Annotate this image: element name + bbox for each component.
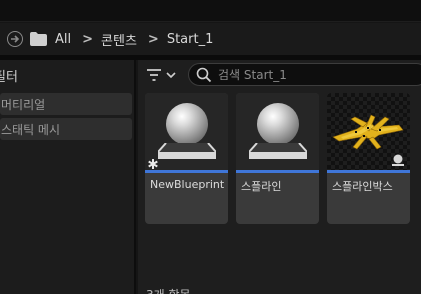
filter-panel: 필터 머티리얼 스태틱 메시 (0, 60, 136, 294)
filter-icon (147, 69, 161, 81)
breadcrumb-separator[interactable]: > (148, 32, 159, 47)
asset-tile-newblueprint[interactable]: NewBlueprint (145, 93, 228, 224)
sphere-preview (166, 103, 208, 145)
filter-dropdown-button[interactable] (146, 66, 182, 84)
chevron-down-icon (166, 72, 176, 79)
search-icon (196, 67, 212, 82)
pedestal-shape (158, 143, 216, 159)
pedestal-shape (249, 143, 307, 159)
breadcrumb-start-1[interactable]: Start_1 (167, 32, 214, 47)
asset-tile-splinebox[interactable]: 스플라인박스 (327, 93, 410, 224)
sphere-preview (257, 103, 299, 145)
filter-panel-title: 필터 (0, 69, 18, 85)
asset-name: 스플라인박스 (332, 180, 393, 193)
asset-thumbnail (145, 93, 228, 170)
history-back-button[interactable] (7, 31, 23, 47)
folder-icon (30, 32, 47, 46)
content-browser: NewBlueprint 스플라인 (138, 60, 421, 294)
asset-tile-spline[interactable]: 스플라인 (236, 93, 319, 224)
filter-item-label: 스태틱 메시 (1, 122, 61, 137)
breadcrumb-separator[interactable]: > (82, 32, 93, 47)
content-toolbar (138, 60, 421, 88)
asset-type-bar (327, 170, 410, 173)
asset-name: NewBlueprint (150, 178, 225, 191)
asset-thumbnail (236, 93, 319, 170)
breadcrumb-content[interactable]: 콘텐츠 (101, 30, 137, 49)
search-box[interactable] (188, 63, 421, 86)
breadcrumb-all[interactable]: All (55, 32, 71, 47)
asterisk-icon (148, 159, 158, 169)
filter-item-material[interactable]: 머티리얼 (0, 93, 132, 115)
arrow-right-icon (11, 35, 20, 43)
path-bar: All > 콘텐츠 > Start_1 (0, 23, 421, 55)
asset-type-bar (145, 170, 228, 173)
sphere-badge-icon (392, 154, 404, 166)
asset-type-bar (236, 170, 319, 173)
asset-name: 스플라인 (241, 180, 282, 193)
filter-panel-header[interactable]: 필터 (0, 60, 134, 90)
filter-item-label: 머티리얼 (1, 97, 46, 112)
filter-item-static-mesh[interactable]: 스태틱 메시 (0, 118, 132, 140)
search-input[interactable] (218, 67, 398, 82)
asset-count-label: 3개 항목 (146, 286, 191, 294)
window-top-strip (0, 0, 421, 22)
asset-thumbnail (327, 93, 410, 170)
